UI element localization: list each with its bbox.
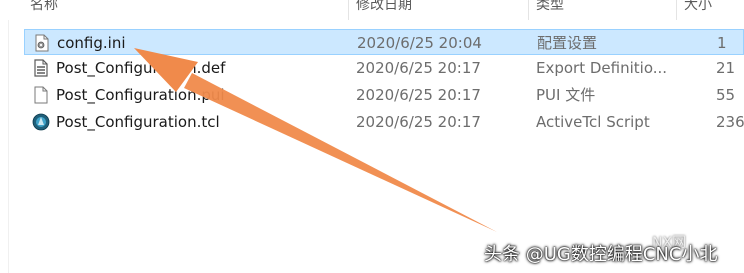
file-explorer-view: 名称 修改日期 类型 大小 config.ini 2020/6/25 20:04…: [0, 0, 744, 273]
annotation-arrow: [134, 48, 497, 232]
watermark-text: 头条 @UG数控编程CNC小北: [484, 244, 718, 265]
